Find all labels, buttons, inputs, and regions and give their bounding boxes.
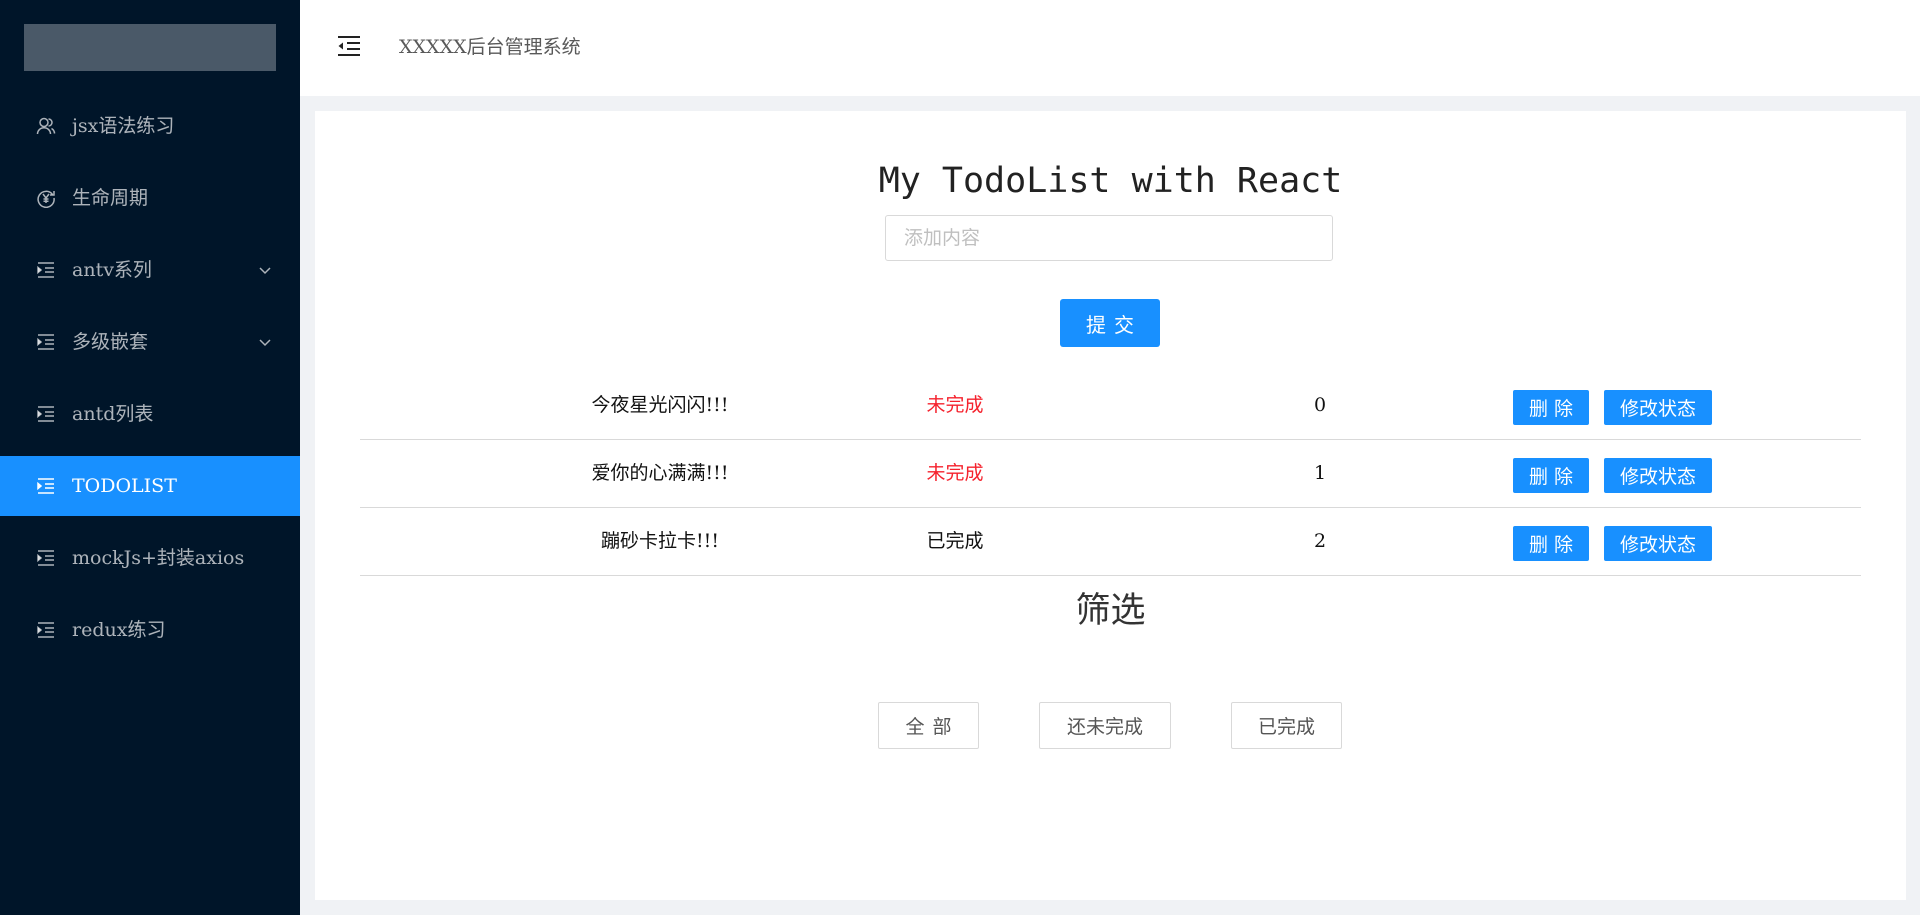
- add-todo-input[interactable]: [885, 215, 1333, 261]
- sidebar-menu: jsx语法练习 生命周期 antv系列 多级嵌套 antd列表 TODOLIST…: [0, 96, 300, 672]
- sidebar-item-label: redux练习: [72, 619, 166, 641]
- filter-undone-button[interactable]: 还未完成: [1039, 702, 1171, 749]
- user-group-icon: [36, 116, 56, 136]
- sidebar: jsx语法练习 生命周期 antv系列 多级嵌套 antd列表 TODOLIST…: [0, 0, 300, 915]
- sidebar-item-label: TODOLIST: [72, 475, 177, 497]
- page-title: My TodoList with React: [878, 161, 1343, 201]
- sidebar-item-label: antv系列: [72, 259, 152, 281]
- sidebar-item-jsx[interactable]: jsx语法练习: [0, 96, 300, 156]
- table-row: 爱你的心满满!!! 未完成 1 删除 修改状态: [360, 440, 1861, 508]
- table-row: 今夜星光闪闪!!! 未完成 0 删除 修改状态: [360, 372, 1861, 440]
- sidebar-item-label: mockJs+封装axios: [72, 547, 245, 569]
- sidebar-item-redux[interactable]: redux练习: [0, 600, 300, 660]
- menu-unfold-icon: [36, 332, 56, 352]
- menu-fold-icon[interactable]: [336, 33, 362, 59]
- modify-status-button[interactable]: 修改状态: [1604, 526, 1712, 561]
- sidebar-item-antv[interactable]: antv系列: [0, 240, 300, 300]
- todo-status: 未完成: [926, 394, 984, 416]
- sidebar-item-mockjs[interactable]: mockJs+封装axios: [0, 528, 300, 588]
- yen-circle-icon: [36, 188, 56, 208]
- todo-id: 1: [1313, 462, 1327, 484]
- chevron-down-icon: [258, 335, 272, 349]
- todo-id: 0: [1313, 394, 1327, 416]
- sidebar-item-label: jsx语法练习: [72, 115, 175, 137]
- sidebar-item-lifecycle[interactable]: 生命周期: [0, 168, 300, 228]
- filter-all-button[interactable]: 全部: [878, 702, 979, 749]
- menu-unfold-icon: [36, 548, 56, 568]
- main-content: My TodoList with React 提交 今夜星光闪闪!!! 未完成 …: [315, 111, 1906, 900]
- todo-status: 未完成: [926, 462, 984, 484]
- menu-unfold-icon: [36, 620, 56, 640]
- modify-status-button[interactable]: 修改状态: [1604, 390, 1712, 425]
- logo: [24, 24, 276, 71]
- sidebar-item-label: 多级嵌套: [72, 331, 149, 353]
- sidebar-item-label: 生命周期: [72, 187, 149, 209]
- menu-unfold-icon: [36, 260, 56, 280]
- filter-done-button[interactable]: 已完成: [1231, 702, 1342, 749]
- todo-table: 今夜星光闪闪!!! 未完成 0 删除 修改状态 爱你的心满满!!! 未完成 1 …: [360, 372, 1861, 576]
- todo-name: 蹦砂卡拉卡!!!: [601, 530, 719, 552]
- app-title: XXXXX后台管理系统: [399, 36, 581, 58]
- header: XXXXX后台管理系统: [300, 0, 1920, 96]
- sidebar-item-nested[interactable]: 多级嵌套: [0, 312, 300, 372]
- modify-status-button[interactable]: 修改状态: [1604, 458, 1712, 493]
- todo-status: 已完成: [926, 530, 984, 552]
- filter-title: 筛选: [1075, 591, 1146, 631]
- todo-name: 今夜星光闪闪!!!: [591, 394, 729, 416]
- table-row: 蹦砂卡拉卡!!! 已完成 2 删除 修改状态: [360, 508, 1861, 576]
- delete-button[interactable]: 删除: [1513, 526, 1589, 561]
- sidebar-item-antd-list[interactable]: antd列表: [0, 384, 300, 444]
- sidebar-item-label: antd列表: [72, 403, 154, 425]
- menu-unfold-icon: [36, 476, 56, 496]
- todo-id: 2: [1313, 530, 1327, 552]
- todo-name: 爱你的心满满!!!: [591, 462, 729, 484]
- delete-button[interactable]: 删除: [1513, 390, 1589, 425]
- delete-button[interactable]: 删除: [1513, 458, 1589, 493]
- sidebar-item-todolist[interactable]: TODOLIST: [0, 456, 300, 516]
- submit-button[interactable]: 提交: [1060, 299, 1160, 347]
- menu-unfold-icon: [36, 404, 56, 424]
- chevron-down-icon: [258, 263, 272, 277]
